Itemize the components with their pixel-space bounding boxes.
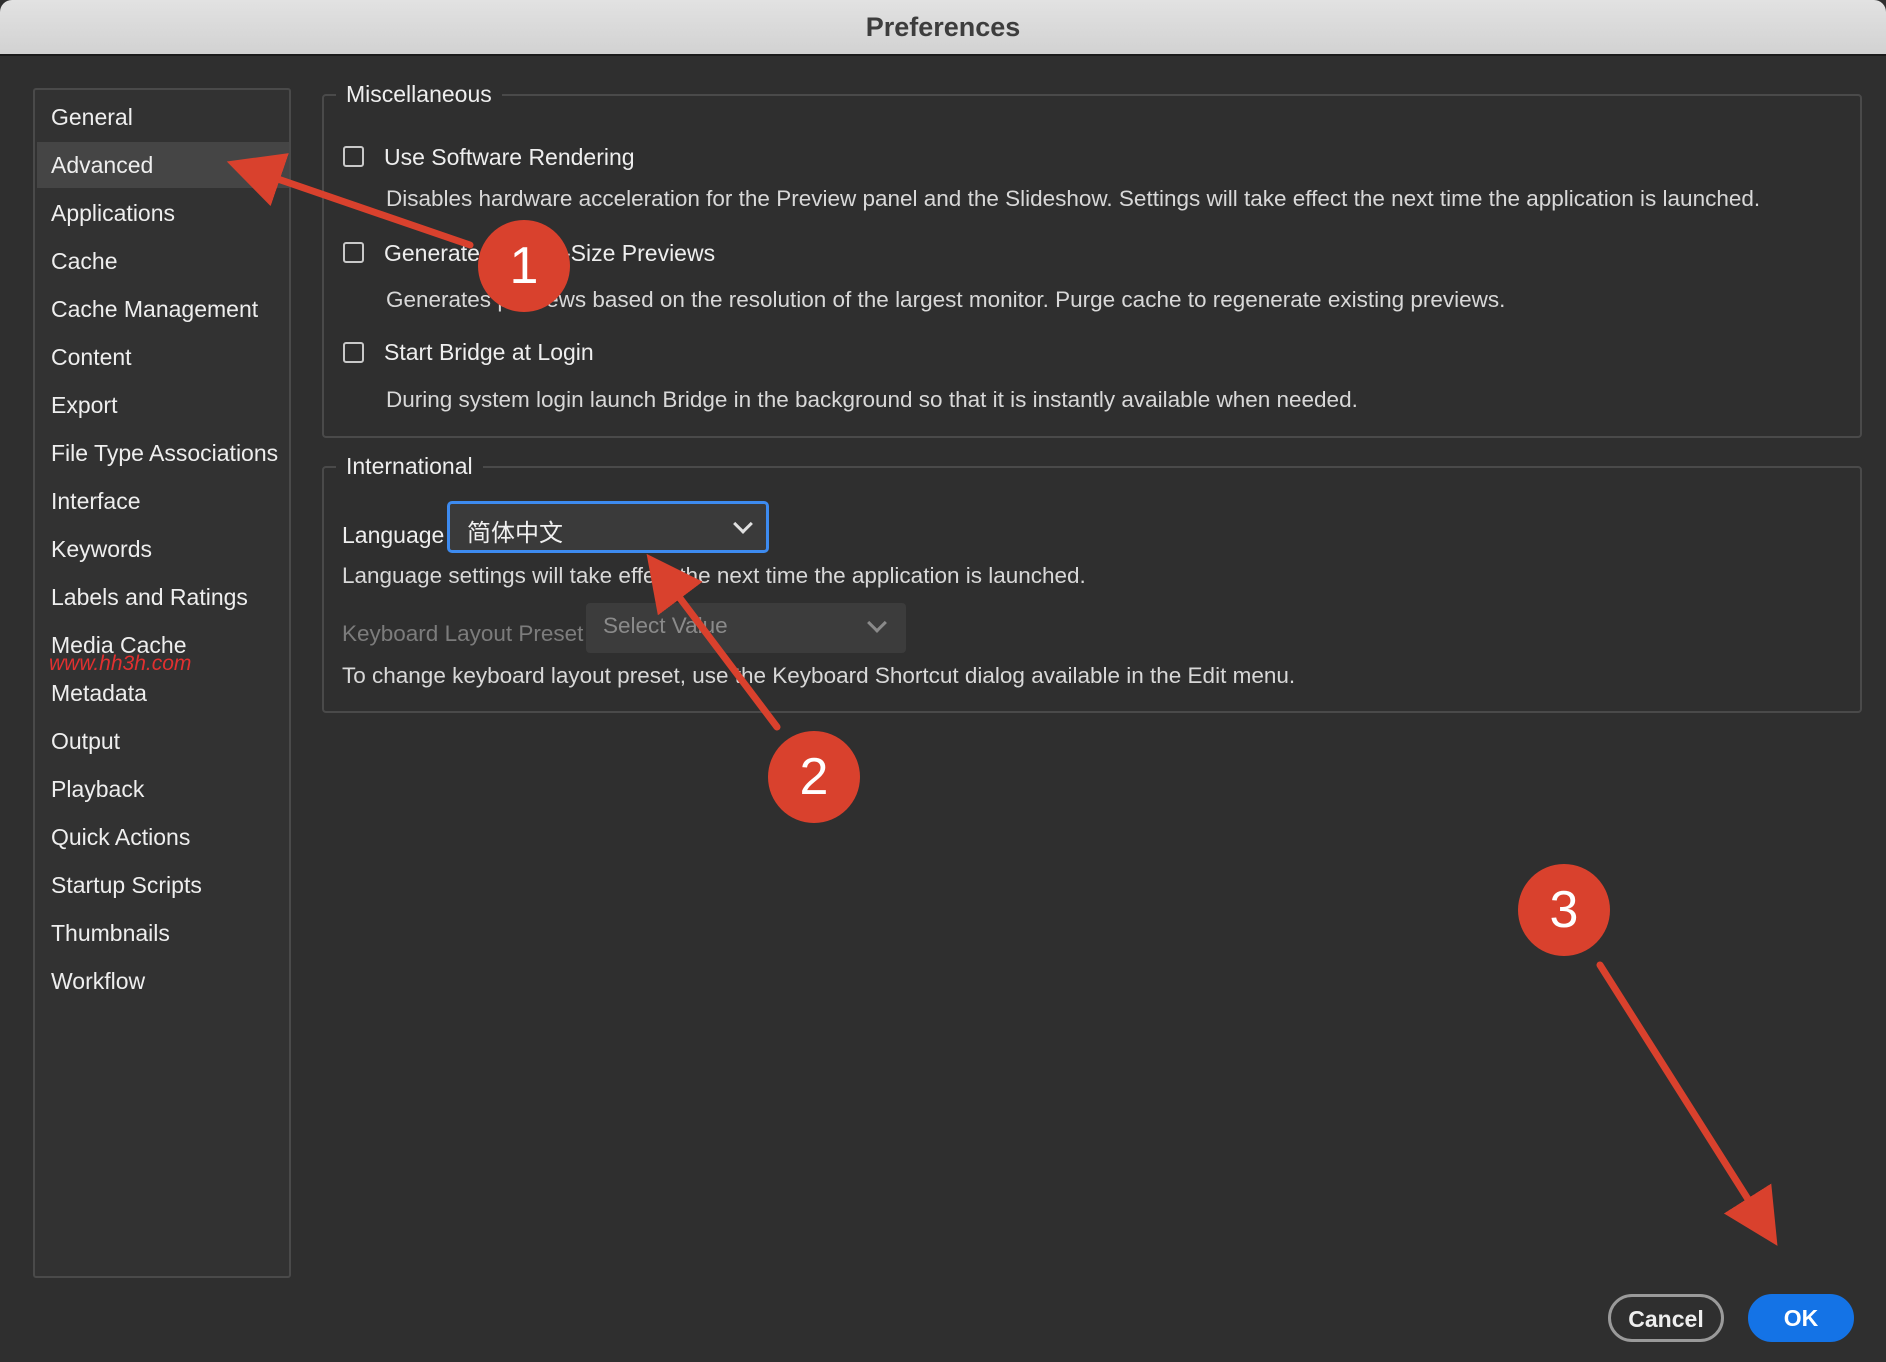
arrow-1 [226, 153, 474, 249]
step-badge-2: 2 [768, 731, 860, 823]
arrow-3 [1596, 961, 1778, 1246]
arrow-2 [646, 553, 781, 731]
annotation-arrows [226, 153, 1778, 1246]
step-badge-1: 1 [478, 220, 570, 312]
step-badge-3: 3 [1518, 864, 1610, 956]
